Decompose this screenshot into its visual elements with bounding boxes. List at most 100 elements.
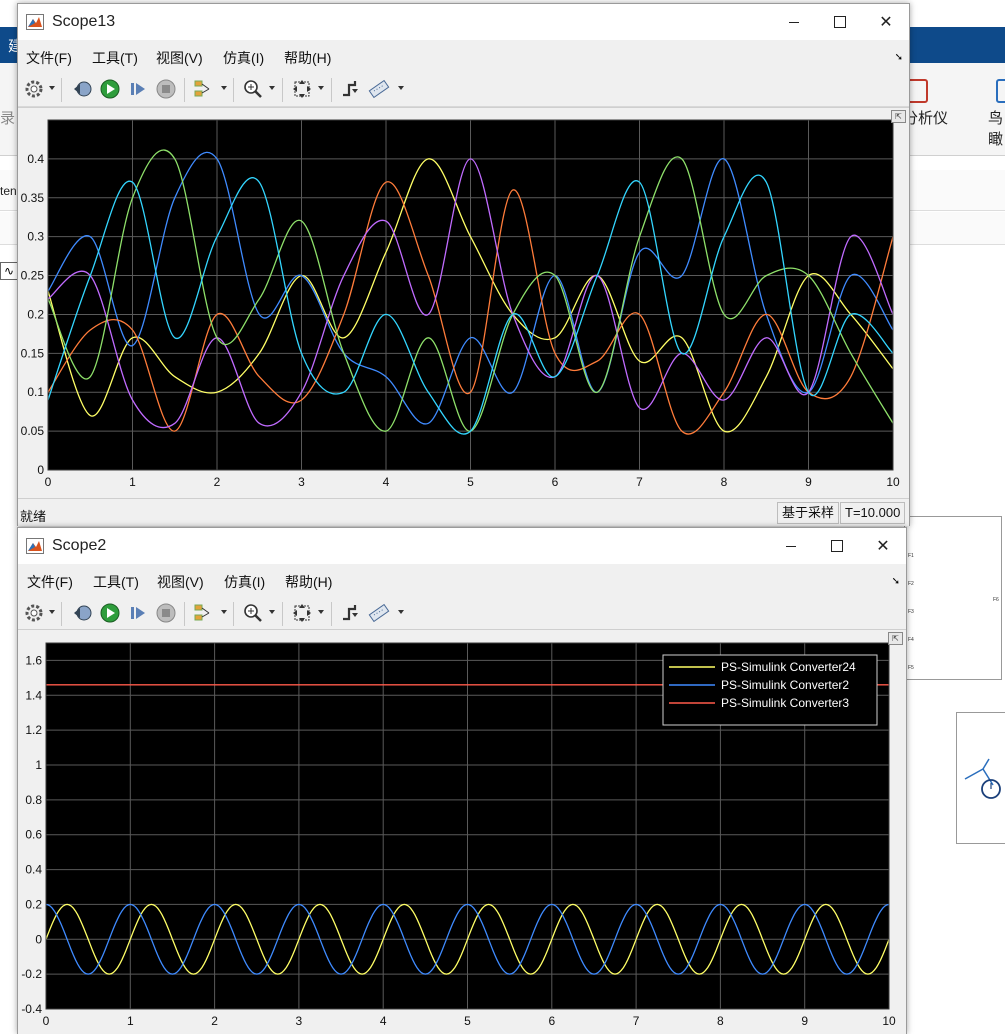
scope2-window: Scope2 ✕ 文件(F) 工具(T) 视图(V) 仿真(I) 帮助(H) ➘ xyxy=(17,527,907,1034)
menu-view[interactable]: 视图(V) xyxy=(156,48,203,68)
settings-dropdown-icon[interactable] xyxy=(49,86,55,90)
legend-label[interactable]: PS-Simulink Converter24 xyxy=(721,660,856,674)
autoscale-dropdown-icon[interactable] xyxy=(318,86,324,90)
port-label: F1 xyxy=(908,553,914,559)
measurements-icon[interactable] xyxy=(367,77,391,101)
status-text: 就绪 xyxy=(20,509,47,524)
menu-simulation[interactable]: 仿真(I) xyxy=(223,48,264,68)
gear-icon[interactable] xyxy=(22,601,46,625)
toolstrip-label-birds-eye[interactable]: 鸟瞰 xyxy=(988,107,1005,149)
x-tick-label: 10 xyxy=(882,1014,896,1028)
undock-icon[interactable]: ➘ xyxy=(892,576,900,587)
toolstrip-label-record[interactable]: 录 xyxy=(0,107,15,128)
maximize-button[interactable] xyxy=(814,528,860,564)
scope-block-glyph: ∿ xyxy=(3,264,15,278)
close-icon: ✕ xyxy=(879,14,893,31)
x-tick-label: 6 xyxy=(552,475,559,489)
y-tick-label: 0.4 xyxy=(27,152,44,166)
x-tick-label: 3 xyxy=(298,475,305,489)
measurements-dropdown-icon[interactable] xyxy=(398,610,404,614)
scope13-titlebar[interactable]: Scope13 ✕ xyxy=(18,4,909,40)
expand-toolstrip-icon[interactable]: ⇱ xyxy=(888,632,903,645)
breadcrumb-partial[interactable]: ten xyxy=(0,184,17,198)
legend-label[interactable]: PS-Simulink Converter2 xyxy=(721,678,849,692)
scope13-statusbar: 就绪 基于采样 T=10.000 xyxy=(18,498,909,526)
y-tick-label: 1.4 xyxy=(25,688,42,702)
scope2-titlebar[interactable]: Scope2 ✕ xyxy=(18,528,906,564)
highlight-simulink-block-icon[interactable] xyxy=(192,77,216,101)
mechanism-diagram-icon xyxy=(964,758,1001,799)
close-button[interactable]: ✕ xyxy=(860,528,906,564)
x-tick-label: 3 xyxy=(296,1014,303,1028)
x-tick-label: 7 xyxy=(633,1014,640,1028)
y-tick-label: 1.6 xyxy=(25,653,42,667)
step-back-icon[interactable] xyxy=(70,601,94,625)
close-icon: ✕ xyxy=(876,538,890,555)
step-forward-icon[interactable] xyxy=(126,601,150,625)
menu-file[interactable]: 文件(F) xyxy=(27,572,73,592)
menu-help[interactable]: 帮助(H) xyxy=(284,48,331,68)
menu-tools[interactable]: 工具(T) xyxy=(92,48,138,68)
menu-simulation[interactable]: 仿真(I) xyxy=(224,572,265,592)
x-tick-label: 4 xyxy=(383,475,390,489)
menu-tools[interactable]: 工具(T) xyxy=(93,572,139,592)
port-label: F6 xyxy=(993,597,999,603)
run-icon[interactable] xyxy=(98,77,122,101)
status-sample-mode: 基于采样 xyxy=(777,502,840,524)
run-icon[interactable] xyxy=(98,601,122,625)
triggers-icon[interactable] xyxy=(339,601,363,625)
x-tick-label: 0 xyxy=(45,475,52,489)
scope13-plot-area[interactable]: 0 1 2 3 4 5 6 7 8 9 10 0 0.05 0.1 0.15 0.2 0.25 0.3 0.35 0.… xyxy=(18,107,909,499)
scope13-window: Scope13 ✕ 文件(F) 工具(T) 视图(V) 仿真(I) 帮助(H) … xyxy=(17,3,910,526)
y-tick-label: 0.4 xyxy=(25,863,42,877)
scope-block-symbol[interactable]: ∿ xyxy=(0,262,18,280)
triggers-icon[interactable] xyxy=(339,77,363,101)
y-tick-label: 0.1 xyxy=(27,385,44,399)
gear-icon[interactable] xyxy=(22,77,46,101)
zoom-dropdown-icon[interactable] xyxy=(269,86,275,90)
x-tick-label: 1 xyxy=(127,1014,134,1028)
minimize-button[interactable] xyxy=(768,528,814,564)
matlab-logo-icon xyxy=(26,14,44,30)
zoom-dropdown-icon[interactable] xyxy=(269,610,275,614)
subsystem-block[interactable]: F1 F2 F3 F4 F5 F6 xyxy=(904,516,1002,680)
zoom-icon[interactable] xyxy=(241,601,265,625)
step-forward-icon[interactable] xyxy=(126,77,150,101)
close-button[interactable]: ✕ xyxy=(863,4,909,40)
y-tick-label: 1 xyxy=(35,758,42,772)
scope2-chart: 0 1 2 3 4 5 6 7 8 9 10 -0.4 -0.2 0 0.2 0.4 0.6 0.8 1 1.2 1.4… xyxy=(21,642,896,1028)
maximize-icon xyxy=(831,540,843,552)
mechanism-block[interactable] xyxy=(956,712,1005,844)
scope2-plot-area[interactable]: 0 1 2 3 4 5 6 7 8 9 10 -0.4 -0.2 0 0.2 0.4 0.6 0.8 1 1.2 1.4… xyxy=(18,629,906,1034)
undock-icon[interactable]: ➘ xyxy=(895,52,903,63)
measurements-dropdown-icon[interactable] xyxy=(398,86,404,90)
menu-view[interactable]: 视图(V) xyxy=(157,572,204,592)
maximize-button[interactable] xyxy=(817,4,863,40)
stop-icon[interactable] xyxy=(154,77,178,101)
autoscale-dropdown-icon[interactable] xyxy=(318,610,324,614)
minimize-button[interactable] xyxy=(771,4,817,40)
scope2-toolbar xyxy=(18,596,906,631)
settings-dropdown-icon[interactable] xyxy=(49,610,55,614)
y-tick-label: 0.2 xyxy=(27,307,44,321)
highlight-dropdown-icon[interactable] xyxy=(221,86,227,90)
zoom-icon[interactable] xyxy=(241,77,265,101)
y-tick-label: 1.2 xyxy=(25,723,42,737)
x-tick-label: 7 xyxy=(636,475,643,489)
highlight-simulink-block-icon[interactable] xyxy=(192,601,216,625)
highlight-dropdown-icon[interactable] xyxy=(221,610,227,614)
menu-help[interactable]: 帮助(H) xyxy=(285,572,332,592)
measurements-icon[interactable] xyxy=(367,601,391,625)
y-tick-label: 0.15 xyxy=(21,346,45,360)
birds-eye-icon[interactable] xyxy=(996,79,1005,103)
stop-icon[interactable] xyxy=(154,601,178,625)
scope13-title: Scope13 xyxy=(52,13,116,30)
step-back-icon[interactable] xyxy=(70,77,94,101)
autoscale-icon[interactable] xyxy=(290,77,314,101)
x-tick-label: 0 xyxy=(43,1014,50,1028)
menu-file[interactable]: 文件(F) xyxy=(26,48,72,68)
autoscale-icon[interactable] xyxy=(290,601,314,625)
y-tick-label: 0 xyxy=(35,932,42,946)
expand-toolstrip-icon[interactable]: ⇱ xyxy=(891,110,906,123)
legend-label[interactable]: PS-Simulink Converter3 xyxy=(721,696,849,710)
